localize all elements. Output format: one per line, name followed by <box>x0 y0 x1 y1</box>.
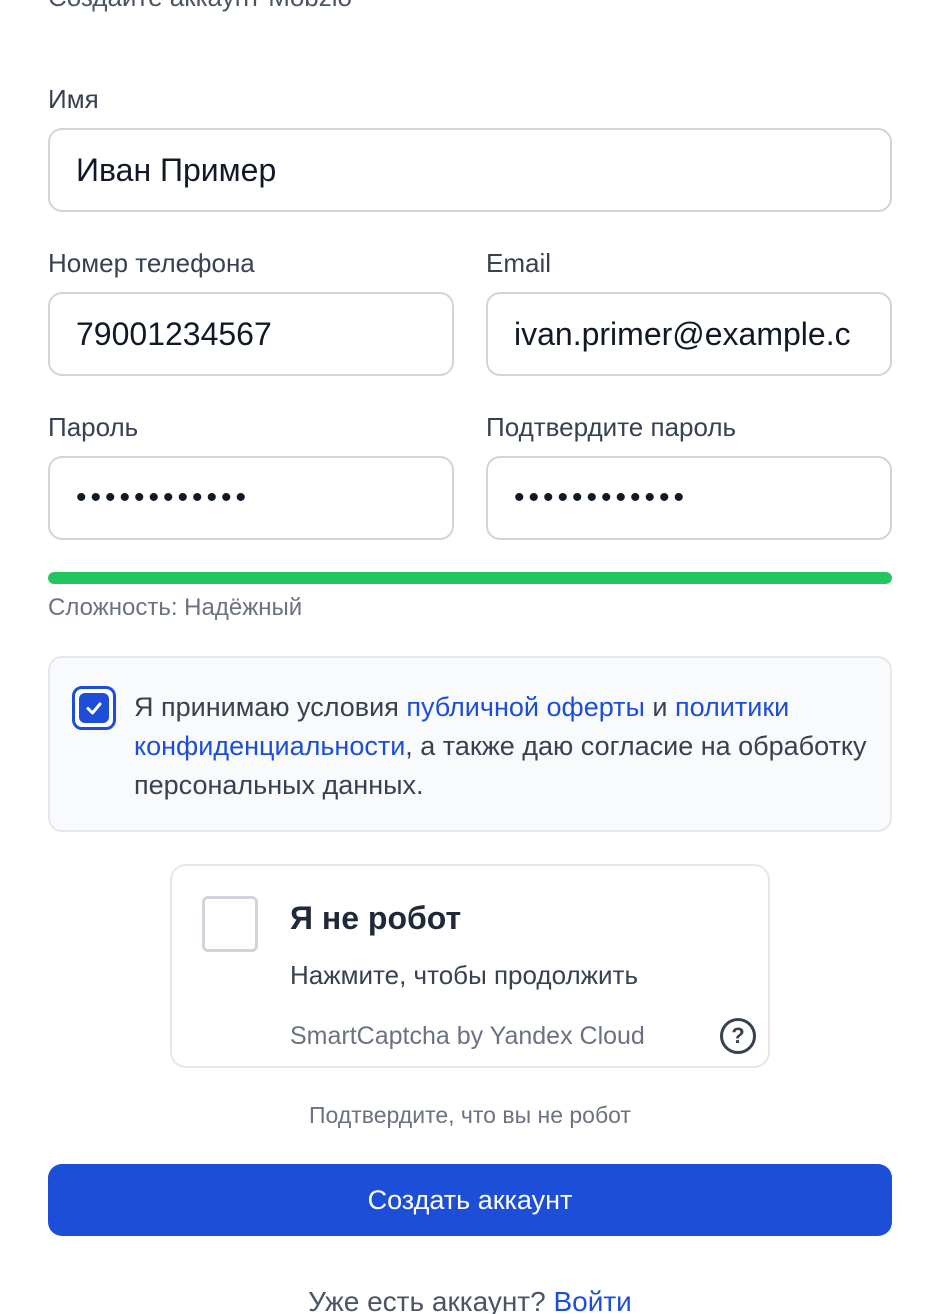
captcha-brand: SmartCaptcha by Yandex Cloud <box>290 1022 645 1050</box>
consent-box: Я принимаю условия публичной оферты и по… <box>48 656 892 832</box>
email-field[interactable] <box>486 292 892 376</box>
phone-label: Номер телефона <box>48 248 255 278</box>
phone-input[interactable] <box>76 315 426 353</box>
name-field[interactable] <box>48 128 892 212</box>
password-field[interactable] <box>48 456 454 540</box>
consent-checkbox[interactable] <box>72 686 116 730</box>
checkmark-icon <box>79 693 109 723</box>
public-offer-link[interactable]: публичной оферты <box>406 692 645 722</box>
password-strength-text: Сложность: Надёжный <box>48 594 303 621</box>
phone-field[interactable] <box>48 292 454 376</box>
password-label: Пароль <box>48 412 139 442</box>
consent-text-part: и <box>644 692 675 722</box>
password-input[interactable] <box>76 481 426 515</box>
confirm-password-label: Подтвердите пароль <box>486 412 737 442</box>
smartcaptcha-widget[interactable]: Я не робот Нажмите, чтобы продолжить Sma… <box>170 864 770 1068</box>
confirm-password-field[interactable] <box>486 456 892 540</box>
name-label: Имя <box>48 84 99 114</box>
help-icon[interactable]: ? <box>720 1018 756 1054</box>
password-strength-bar <box>48 572 892 584</box>
confirm-password-input[interactable] <box>514 481 864 515</box>
create-account-button[interactable]: Создать аккаунт <box>48 1164 892 1236</box>
password-strength-fill <box>48 572 892 584</box>
consent-text: Я принимаю условия публичной оферты и по… <box>134 688 874 805</box>
consent-text-part: Я принимаю условия <box>134 692 407 722</box>
captcha-title: Я не робот <box>290 900 462 936</box>
captcha-subtitle: Нажмите, чтобы продолжить <box>290 960 639 990</box>
captcha-checkbox[interactable] <box>202 896 258 952</box>
page-subtitle: Создайте аккаунт Mobzio <box>48 0 352 13</box>
login-link[interactable]: Войти <box>553 1286 631 1314</box>
email-input[interactable] <box>514 315 864 353</box>
captcha-note: Подтвердите, что вы не робот <box>309 1102 631 1128</box>
name-input[interactable] <box>76 151 864 189</box>
email-label: Email <box>486 248 552 278</box>
login-prompt-text: Уже есть аккаунт? <box>308 1286 554 1314</box>
login-prompt: Уже есть аккаунт? Войти <box>0 1286 940 1314</box>
